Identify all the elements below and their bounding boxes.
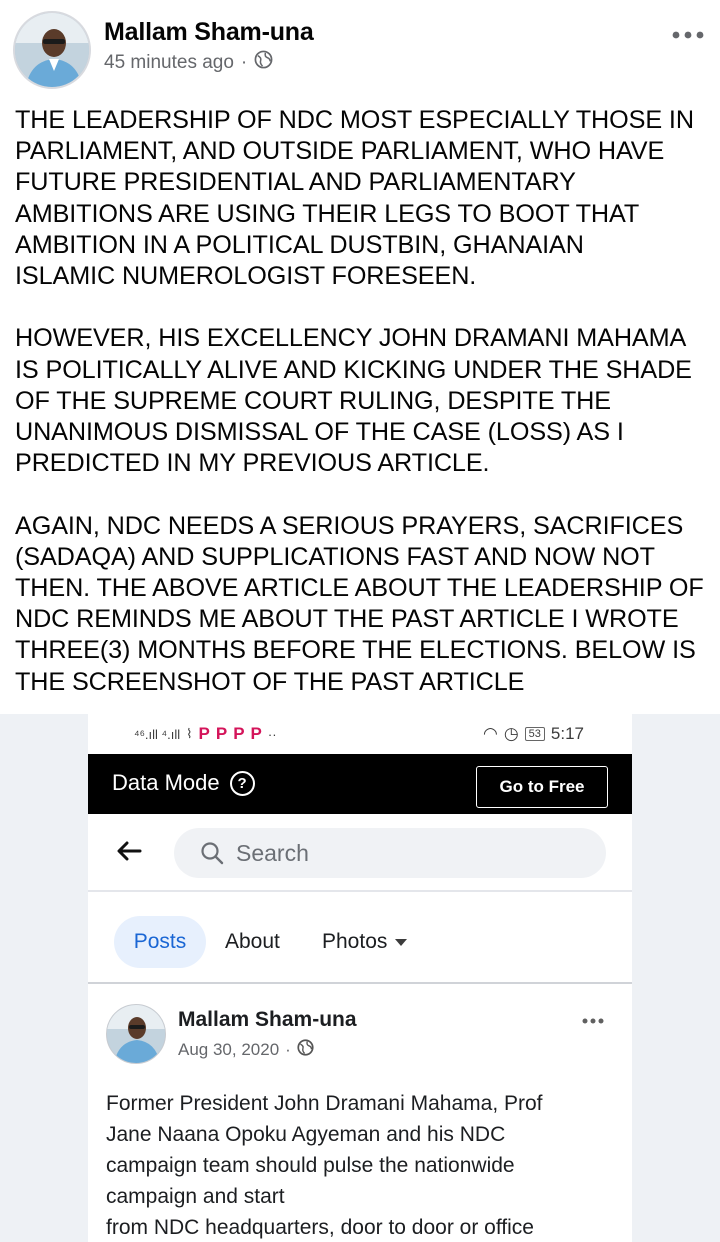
post-paragraph-2: HOWEVER, HIS EXCELLENCY JOHN DRAMANI MAH… — [15, 324, 692, 478]
tab-about[interactable]: About — [225, 930, 280, 954]
battery-icon: 53 — [524, 727, 545, 741]
globe-icon — [297, 1039, 314, 1061]
chevron-down-icon — [395, 938, 408, 946]
more-options-icon[interactable] — [670, 20, 706, 50]
overflow-dots: ·· — [267, 726, 277, 742]
post-paragraph-3: AGAIN, NDC NEEDS A SERIOUS PRAYERS, SACR… — [15, 511, 704, 696]
inner-more-options-icon[interactable] — [582, 1004, 604, 1030]
inner-author-avatar[interactable] — [106, 1004, 166, 1064]
inner-author-name[interactable]: Mallam Sham-una — [178, 1008, 357, 1032]
status-right: ◠ ◷ 53 5:17 — [483, 724, 584, 744]
post-time[interactable]: 45 minutes ago — [104, 52, 234, 74]
status-time: 5:17 — [550, 724, 584, 743]
data-mode-label: Data Mode ? — [112, 770, 255, 796]
inner-post: Mallam Sham-una Aug 30, 2020 · Former Pr… — [88, 984, 632, 1242]
carrier-mark: P — [198, 724, 210, 743]
post-body: THE LEADERSHIP OF NDC MOST ESPECIALLY TH… — [15, 105, 715, 729]
data-mode-bar: Data Mode ? Go to Free — [88, 754, 632, 814]
screenshot-frame: ⁴⁶.ıll ⁴.ıll ⌇ P P P P ·· ◠ ◷ 53 5:17 Da… — [88, 714, 632, 1242]
inner-post-meta: Aug 30, 2020 · — [178, 1039, 314, 1061]
author-avatar[interactable] — [13, 11, 91, 89]
alarm-icon: ◷ — [503, 724, 519, 743]
search-row: Search — [88, 814, 632, 892]
author-name[interactable]: Mallam Sham-una — [104, 18, 314, 47]
phone-status-bar: ⁴⁶.ıll ⁴.ıll ⌇ P P P P ·· ◠ ◷ 53 5:17 — [88, 714, 632, 754]
carrier-mark: P — [250, 724, 262, 743]
post-header: Mallam Sham-una 45 minutes ago · — [0, 0, 720, 100]
inner-post-text: Former President John Dramani Mahama, Pr… — [106, 1092, 543, 1239]
back-arrow-icon[interactable] — [116, 836, 142, 870]
meta-separator: · — [240, 51, 248, 73]
inner-post-date[interactable]: Aug 30, 2020 — [178, 1040, 279, 1060]
post-meta: 45 minutes ago · — [104, 50, 273, 75]
tab-photos-label: Photos — [322, 930, 388, 953]
carrier-mark: P — [233, 724, 245, 743]
data-mode-text: Data Mode — [112, 770, 220, 795]
tab-photos[interactable]: Photos — [322, 930, 408, 954]
tab-posts[interactable]: Posts — [114, 916, 206, 968]
signal-icons: ⁴⁶.ıll ⁴.ıll — [134, 726, 181, 742]
search-icon — [201, 842, 224, 865]
search-placeholder: Search — [236, 839, 309, 866]
carrier-mark: P — [215, 724, 228, 743]
go-to-free-button[interactable]: Go to Free — [476, 766, 608, 808]
help-icon[interactable]: ? — [229, 770, 255, 796]
globe-icon — [254, 50, 273, 75]
search-input[interactable]: Search — [174, 828, 606, 878]
post-paragraph-1: THE LEADERSHIP OF NDC MOST ESPECIALLY TH… — [15, 106, 694, 291]
wifi-icon: ⌇ — [186, 726, 193, 741]
headset-icon: ◠ — [482, 724, 498, 743]
status-left: ⁴⁶.ıll ⁴.ıll ⌇ P P P P ·· — [134, 724, 277, 744]
inner-meta-separator: · — [285, 1040, 291, 1059]
attached-screenshot[interactable]: ⁴⁶.ıll ⁴.ıll ⌇ P P P P ·· ◠ ◷ 53 5:17 Da… — [0, 714, 720, 1242]
profile-tabs: Posts About Photos — [88, 892, 632, 984]
